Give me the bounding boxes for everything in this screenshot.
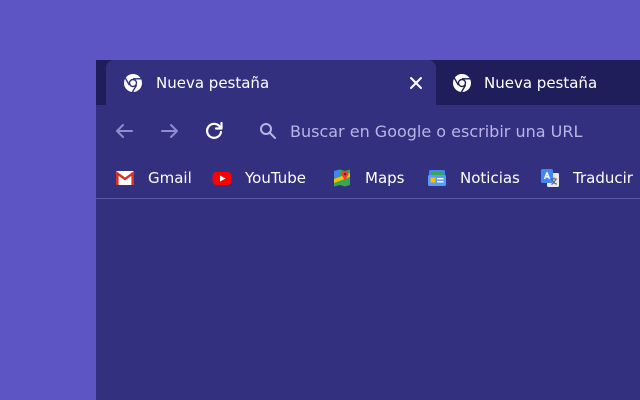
bookmark-label: Gmail — [148, 169, 192, 187]
tab-nueva-pestana[interactable]: Nueva pestaña — [436, 60, 640, 105]
bookmark-maps[interactable]: Maps — [332, 165, 404, 191]
bookmark-gmail[interactable]: Gmail — [115, 165, 192, 191]
news-icon — [428, 170, 446, 186]
reload-icon[interactable] — [202, 119, 226, 143]
browser-window: Nueva pestaña Nueva pestaña Buscar en Go… — [96, 60, 640, 400]
toolbar — [96, 105, 640, 157]
omnibox[interactable] — [246, 113, 640, 149]
bookmark-label: Traducir — [573, 169, 633, 187]
tab-title: Nueva pestaña — [484, 74, 598, 92]
search-input[interactable] — [290, 119, 630, 143]
bookmarks-bar: Gmail YouTube Maps Noticias Traducir — [96, 157, 640, 199]
bookmark-traducir[interactable]: Traducir — [540, 165, 633, 191]
close-icon[interactable] — [406, 73, 426, 93]
tab-strip: Nueva pestaña Nueva pestaña — [96, 60, 640, 105]
bookmark-label: Maps — [365, 169, 405, 187]
chrome-icon — [453, 74, 471, 93]
chrome-icon — [124, 74, 142, 93]
tab-title: Nueva pestaña — [156, 74, 270, 92]
gmail-icon — [115, 171, 135, 185]
maps-icon — [334, 169, 350, 187]
search-icon — [260, 123, 276, 139]
tab-nueva-pestana-active[interactable]: Nueva pestaña — [106, 60, 436, 105]
forward-arrow-icon[interactable] — [158, 119, 182, 143]
bookmark-youtube[interactable]: YouTube — [212, 165, 306, 191]
translate-icon — [541, 169, 559, 187]
back-arrow-icon[interactable] — [112, 119, 136, 143]
youtube-icon — [212, 172, 232, 185]
bookmark-noticias[interactable]: Noticias — [427, 165, 520, 191]
bookmark-label: Noticias — [460, 169, 520, 187]
bookmark-label: YouTube — [245, 169, 306, 187]
